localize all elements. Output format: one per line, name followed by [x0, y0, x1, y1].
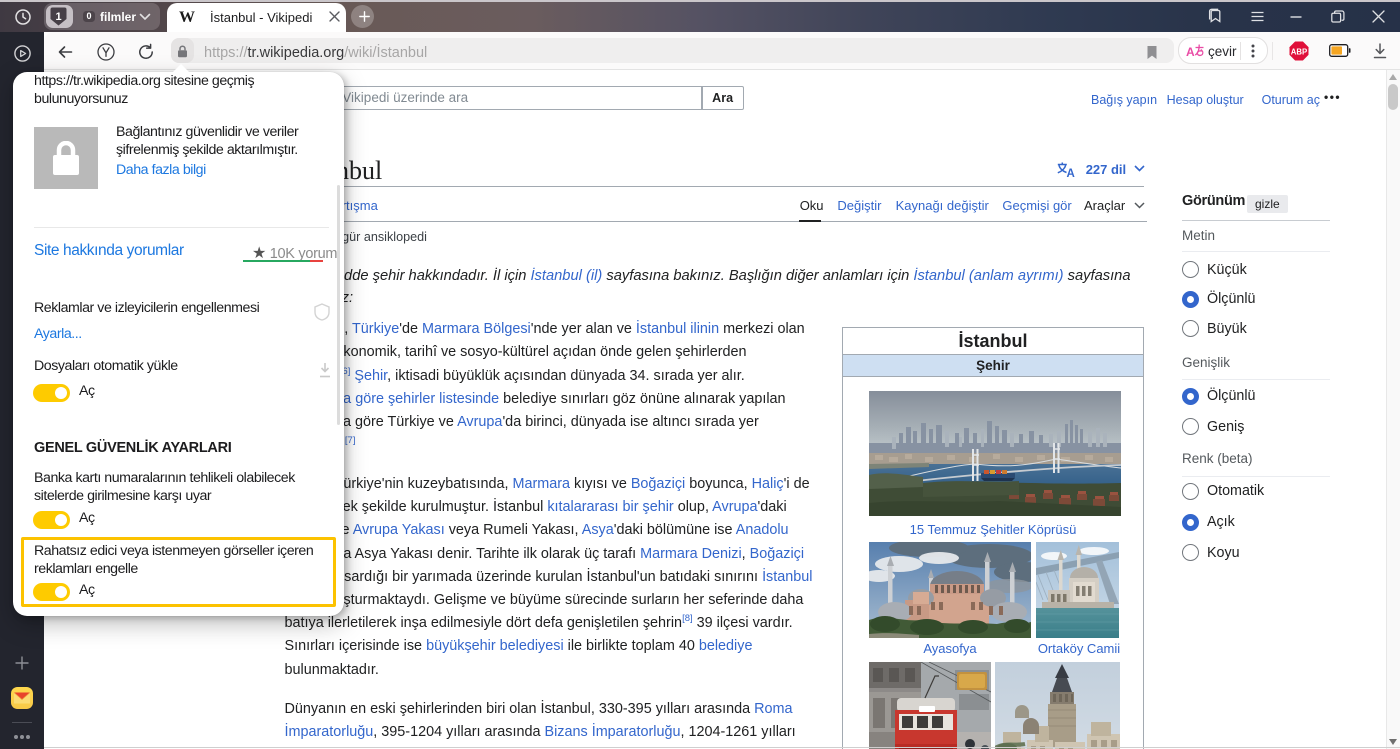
- svg-text:1: 1: [55, 11, 61, 23]
- svg-text:A: A: [1186, 45, 1195, 59]
- svg-text:A: A: [1067, 168, 1075, 177]
- svg-text:ABP: ABP: [1291, 47, 1307, 56]
